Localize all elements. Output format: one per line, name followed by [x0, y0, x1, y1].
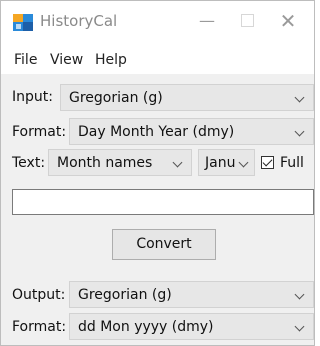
- text-mode-select[interactable]: Month names: [48, 149, 192, 176]
- input-format-value: Day Month Year (dmy): [78, 124, 235, 140]
- input-format-select[interactable]: Day Month Year (dmy): [69, 118, 314, 145]
- date-input[interactable]: [12, 189, 314, 215]
- menu-help[interactable]: Help: [95, 52, 127, 68]
- output-format-select[interactable]: dd Mon yyyy (dmy): [69, 313, 314, 340]
- full-label: Full: [280, 155, 304, 171]
- output-label: Output:: [12, 287, 66, 303]
- month-select[interactable]: Janu: [198, 149, 255, 176]
- close-icon[interactable]: ✕: [273, 9, 303, 33]
- app-icon: [13, 14, 33, 31]
- chevron-down-icon: [294, 321, 305, 332]
- chevron-down-icon: [294, 92, 305, 103]
- historycal-window: HistoryCal — ✕ File View Help Input: Gre…: [0, 0, 315, 346]
- convert-button[interactable]: Convert: [112, 229, 216, 260]
- input-format-label: Format:: [12, 124, 67, 140]
- full-checkbox[interactable]: [261, 156, 274, 169]
- chevron-down-icon: [294, 289, 305, 300]
- text-mode-value: Month names: [57, 155, 153, 171]
- chevron-down-icon: [172, 157, 183, 168]
- input-calendar-value: Gregorian (g): [69, 90, 163, 106]
- minimize-icon[interactable]: —: [192, 9, 222, 33]
- menu-view[interactable]: View: [50, 52, 83, 68]
- output-calendar-select[interactable]: Gregorian (g): [69, 281, 314, 308]
- input-calendar-select[interactable]: Gregorian (g): [60, 84, 314, 111]
- output-calendar-value: Gregorian (g): [78, 287, 172, 303]
- text-label: Text:: [12, 155, 46, 171]
- checkmark-icon: [262, 156, 273, 167]
- menu-file[interactable]: File: [14, 52, 37, 68]
- month-value: Janu: [205, 155, 236, 171]
- title-bar: HistoryCal — ✕: [1, 1, 314, 42]
- output-format-label: Format:: [12, 319, 67, 335]
- input-label: Input:: [12, 89, 53, 105]
- window-title: HistoryCal: [40, 12, 118, 30]
- chevron-down-icon: [294, 126, 305, 137]
- menu-bar: File View Help: [1, 42, 314, 74]
- maximize-icon[interactable]: [232, 9, 262, 33]
- output-format-value: dd Mon yyyy (dmy): [78, 319, 214, 335]
- chevron-down-icon: [238, 157, 249, 168]
